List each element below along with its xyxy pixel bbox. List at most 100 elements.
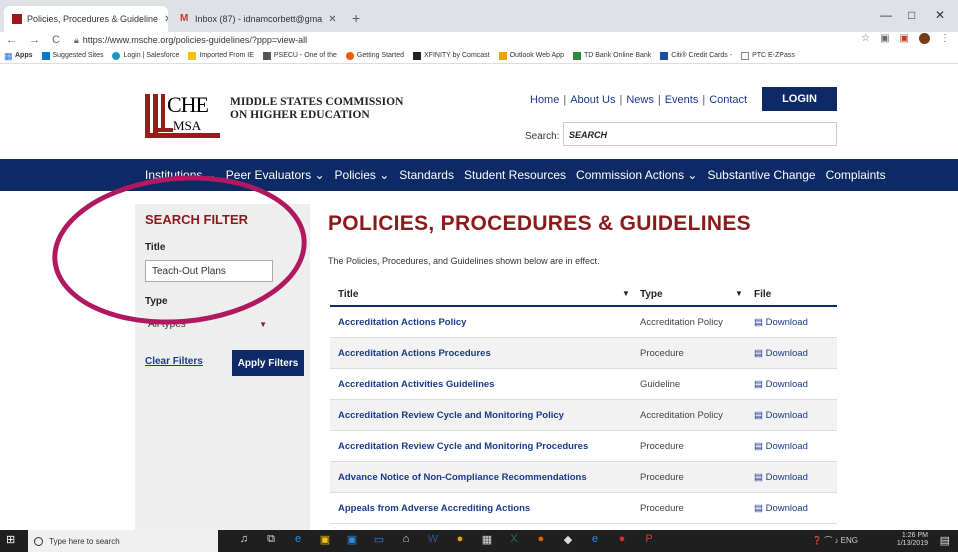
download-label: Download [765, 348, 808, 359]
bookmark-item[interactable]: Imported From IE [188, 51, 254, 60]
profile-avatar[interactable] [919, 33, 930, 44]
firefox-app-icon[interactable]: ● [535, 533, 547, 547]
bookmark-item[interactable]: Getting Started [345, 51, 404, 60]
extension-icon[interactable]: ▣ [880, 33, 889, 44]
help-icon[interactable]: ❓ [812, 536, 822, 545]
word-icon[interactable]: W [427, 533, 439, 547]
bookmark-item[interactable]: Suggested Sites [41, 51, 103, 60]
row-title-link[interactable]: Accreditation Activities Guidelines [338, 379, 494, 390]
link-about[interactable]: About Us [570, 94, 615, 106]
site-search-input[interactable]: SEARCH [563, 122, 837, 146]
minimize-button[interactable]: — [880, 8, 892, 22]
bing-icon [41, 51, 50, 60]
column-type[interactable]: Type [640, 289, 663, 300]
sort-caret-icon[interactable]: ▼ [735, 289, 743, 298]
row-title-link[interactable]: Accreditation Actions Procedures [338, 348, 491, 359]
extension-icon[interactable]: ▣ [900, 33, 909, 44]
app-icon[interactable]: ◆ [562, 533, 574, 547]
nav-complaints[interactable]: Complaints [826, 168, 886, 182]
mail-icon[interactable]: ▭ [373, 533, 385, 547]
reload-icon[interactable]: C [52, 34, 60, 46]
nav-student-resources[interactable]: Student Resources [464, 168, 566, 182]
clear-filters-link[interactable]: Clear Filters [145, 356, 203, 367]
bookmark-item[interactable]: TD Bank Online Bank [572, 51, 651, 60]
edge-icon[interactable]: e [292, 533, 304, 547]
bookmark-apps[interactable]: ▦ Apps [4, 51, 33, 60]
download-link[interactable]: ▤ Download [754, 410, 808, 421]
outlook-app-icon[interactable]: ▣ [346, 533, 358, 547]
clock[interactable]: 1:26 PM 1/13/2019 [897, 532, 928, 548]
taskbar-search[interactable]: Type here to search [28, 530, 218, 552]
home-icon[interactable]: ⌂ [400, 533, 412, 547]
tab-title: Policies, Procedures & Guideline [27, 14, 159, 24]
close-tab-icon[interactable]: ✕ [328, 14, 336, 25]
download-link[interactable]: ▤ Download [754, 503, 808, 514]
download-link[interactable]: ▤ Download [754, 379, 808, 390]
microphone-icon[interactable]: ♫ [238, 533, 250, 547]
people-icon[interactable]: ⌒ [824, 536, 834, 545]
url-field[interactable]: 🔒︎ https://www.msche.org/policies-guideli… [74, 35, 307, 46]
page-title: POLICIES, PROCEDURES & GUIDELINES [328, 212, 751, 235]
powerpoint-icon[interactable]: P [643, 533, 655, 547]
download-link[interactable]: ▤ Download [754, 472, 808, 483]
apply-filters-button[interactable]: Apply Filters [232, 350, 304, 376]
bookmark-item[interactable]: Citi® Credit Cards - [660, 51, 732, 60]
download-link[interactable]: ▤ Download [754, 348, 808, 359]
row-title-link[interactable]: Advance Notice of Non-Compliance Recomme… [338, 472, 587, 483]
tab-inbox[interactable]: M Inbox (87) - idnamcorbett@gma ✕ [172, 6, 342, 32]
row-type: Procedure [640, 441, 684, 452]
link-home[interactable]: Home [530, 94, 559, 106]
bookmark-item[interactable]: Outlook Web App [498, 51, 564, 60]
login-button[interactable]: LOGIN [762, 87, 837, 111]
link-events[interactable]: Events [665, 94, 699, 106]
sort-caret-icon[interactable]: ▼ [622, 289, 630, 298]
new-tab-button[interactable]: + [352, 10, 360, 26]
back-icon[interactable]: ← [6, 34, 17, 46]
maximize-button[interactable]: □ [908, 8, 915, 22]
nav-commission-actions[interactable]: Commission Actions ⌄ [576, 168, 697, 182]
tab-policies[interactable]: Policies, Procedures & Guideline ✕ [4, 6, 168, 32]
bookmark-item[interactable]: Login | Salesforce [112, 51, 179, 60]
bookmark-item[interactable]: PTC E-ZPass [741, 51, 795, 60]
app-icon[interactable]: ● [616, 533, 628, 547]
calculator-icon[interactable]: ▦ [481, 533, 493, 547]
download-link[interactable]: ▤ Download [754, 441, 808, 452]
menu-icon[interactable]: ⋮ [940, 33, 950, 44]
column-title[interactable]: Title [338, 289, 358, 300]
link-news[interactable]: News [626, 94, 654, 106]
close-window-button[interactable]: ✕ [935, 8, 945, 22]
msche-logo[interactable]: CHE MSA [145, 92, 220, 140]
chevron-down-icon: ▼ [259, 320, 267, 329]
nav-standards[interactable]: Standards [399, 168, 454, 182]
td-bank-icon [572, 51, 581, 60]
nav-peer-evaluators[interactable]: Peer Evaluators ⌄ [226, 168, 325, 182]
gmail-icon: M [180, 13, 189, 24]
download-link[interactable]: ▤ Download [754, 317, 808, 328]
table-row: Accreditation Review Cycle and Monitorin… [330, 400, 837, 431]
row-title-link[interactable]: Accreditation Review Cycle and Monitorin… [338, 441, 588, 452]
volume-icon[interactable]: ♪ [834, 536, 838, 545]
notifications-icon[interactable]: ▤ [940, 534, 950, 547]
logo-bar [153, 128, 173, 132]
link-contact[interactable]: Contact [709, 94, 747, 106]
ie-icon[interactable]: e [589, 533, 601, 547]
store-icon[interactable]: ▣ [319, 533, 331, 547]
star-icon[interactable]: ☆ [861, 33, 870, 44]
bookmark-item[interactable]: PSECU - One of the [262, 51, 337, 60]
nav-substantive-change[interactable]: Substantive Change [707, 168, 815, 182]
table-row: Appeals from Adverse Accrediting Actions… [330, 493, 837, 524]
row-title-link[interactable]: Accreditation Actions Policy [338, 317, 466, 328]
bookmark-item[interactable]: XFINITY by Comcast [413, 51, 490, 60]
excel-icon[interactable]: X [508, 533, 520, 547]
row-title-link[interactable]: Appeals from Adverse Accrediting Actions [338, 503, 530, 514]
row-title-link[interactable]: Accreditation Review Cycle and Monitorin… [338, 410, 564, 421]
nav-policies[interactable]: Policies ⌄ [335, 168, 390, 182]
xfinity-icon [413, 51, 421, 60]
forward-icon[interactable]: → [29, 34, 40, 46]
close-tab-icon[interactable]: ✕ [164, 14, 168, 25]
download-label: Download [765, 410, 808, 421]
windows-start-icon[interactable]: ⊞ [6, 535, 17, 546]
language-indicator[interactable]: ENG [841, 536, 858, 545]
chrome-icon[interactable]: ● [454, 533, 466, 547]
task-view-icon[interactable]: ⧉ [265, 533, 277, 547]
